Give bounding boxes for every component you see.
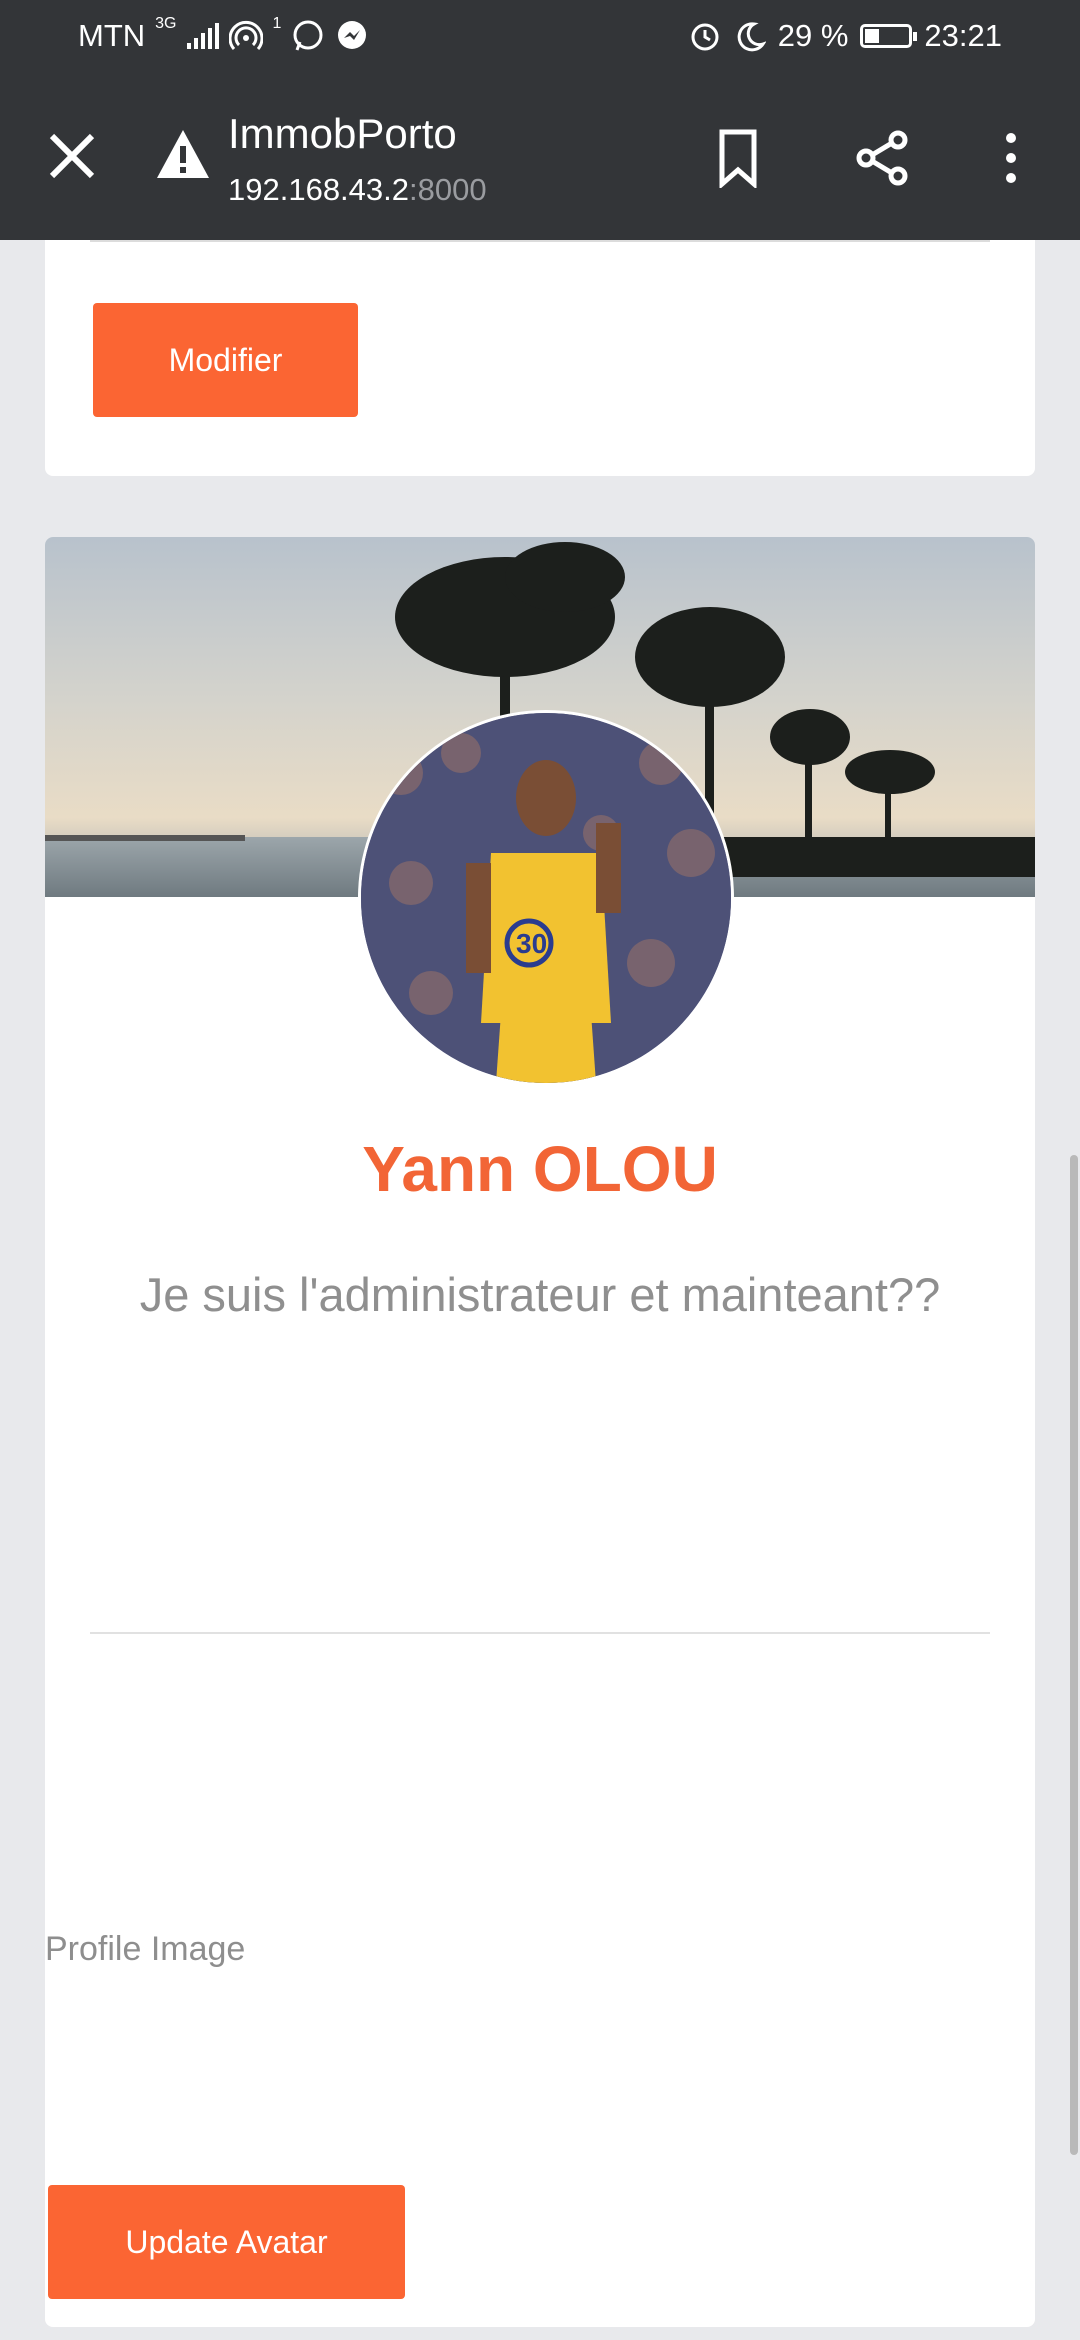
avatar-photo: 30 (361, 713, 731, 1083)
close-icon[interactable] (44, 128, 100, 184)
site-title: ImmobPorto (228, 110, 457, 157)
share-icon[interactable] (852, 128, 912, 188)
clock: 23:21 (924, 18, 1002, 53)
status-left: MTN 3G 1 (78, 15, 369, 54)
network-type: 3G (155, 15, 177, 32)
svg-text:30: 30 (516, 928, 547, 959)
url-host: 192.168.43.2 (228, 172, 410, 207)
site-url[interactable]: 192.168.43.2:8000 (228, 172, 487, 208)
bookmark-icon[interactable] (708, 128, 768, 188)
form-divider (90, 240, 990, 242)
signal-icon (186, 23, 219, 49)
browser-toolbar: ImmobPorto 192.168.43.2:8000 (0, 72, 1080, 240)
warning-icon[interactable] (155, 128, 211, 180)
profile-divider (90, 1632, 990, 1634)
battery-icon (860, 24, 918, 48)
profile-card: 30 Yann OLOU Je suis l'administrateur et… (45, 537, 1035, 2327)
hotspot-icon (228, 20, 263, 50)
whatsapp-icon (293, 20, 323, 51)
alarm-icon (691, 23, 719, 51)
moon-icon (737, 22, 766, 52)
messenger-icon (338, 21, 367, 49)
avatar[interactable]: 30 (358, 710, 734, 1086)
carrier-label: MTN (78, 18, 146, 53)
more-menu-icon[interactable] (981, 128, 1041, 188)
profile-name: Yann OLOU (362, 1133, 718, 1205)
battery-percent: 29 % (777, 18, 849, 53)
scrollbar[interactable] (1070, 1155, 1078, 2155)
profile-form-card: Modifier (45, 240, 1035, 476)
status-right: 29 % 23:21 (688, 18, 1002, 54)
update-avatar-button[interactable]: Update Avatar (48, 2185, 405, 2299)
profile-image-label: Profile Image (45, 1930, 246, 1968)
status-bar: MTN 3G 1 29 % 23:21 (0, 0, 1080, 72)
hotspot-count: 1 (272, 15, 282, 32)
url-port: :8000 (409, 172, 487, 207)
modifier-button[interactable]: Modifier (93, 303, 358, 417)
profile-bio: Je suis l'administrateur et mainteant?? (139, 1268, 941, 1321)
